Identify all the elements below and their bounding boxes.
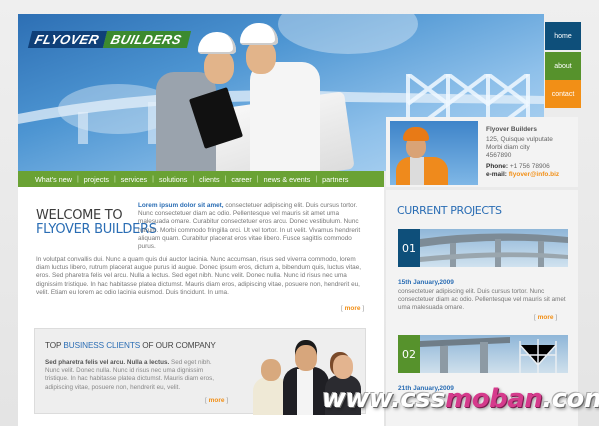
cloud <box>278 14 418 54</box>
project-2-number: 02 <box>398 335 420 373</box>
intro-text: consectetuer adipiscing elit. Duis cursu… <box>138 202 361 251</box>
nav-services[interactable]: services <box>121 175 147 184</box>
clients-box: TOP BUSINESS CLIENTS OF OUR COMPANY Sed … <box>34 328 366 415</box>
email-link[interactable]: flyover@info.biz <box>509 171 559 178</box>
clients-title-post: OF OUR COMPANY <box>140 341 216 350</box>
client-person-right-face <box>333 355 353 379</box>
more-link[interactable]: [ more ] <box>341 305 364 312</box>
nav-contact-button[interactable]: contact <box>545 80 581 108</box>
phone-value: +1 756 78906 <box>509 163 550 170</box>
more-label: more <box>344 305 361 312</box>
highway-graphic <box>420 233 568 267</box>
engineer-right-face <box>246 40 276 74</box>
watermark-part: .com <box>542 384 599 414</box>
clients-lead: Sed pharetra felis vel arcu. Nulla a lec… <box>45 359 170 366</box>
worker-shirt <box>410 157 424 185</box>
contact-card: Flyover Builders 125, Quisque vulputate … <box>386 117 578 187</box>
bridge-construction-graphic <box>420 337 557 373</box>
intro-paragraph: Lorem ipsum dolor sit amet, consectetuer… <box>138 202 370 251</box>
clients-more-link[interactable]: [ more ] <box>205 397 228 404</box>
project-1-description: consectetuer adipiscing elit. Duis cursu… <box>398 288 566 311</box>
clients-title: TOP BUSINESS CLIENTS OF OUR COMPANY <box>45 341 216 350</box>
client-person-center-shirt <box>297 369 313 415</box>
project-1-number: 01 <box>398 229 420 267</box>
clients-title-pre: TOP <box>45 341 64 350</box>
contact-name: Flyover Builders <box>486 126 537 133</box>
client-person-center-face <box>295 345 317 371</box>
nav-separator: | <box>192 175 195 183</box>
nav-separator: | <box>256 175 259 183</box>
clients-text: Sed pharetra felis vel arcu. Nulla a lec… <box>45 359 227 392</box>
nav-separator: | <box>152 175 154 183</box>
project-1-image[interactable]: 01 <box>398 229 568 267</box>
project-1-more-link[interactable]: [ more ] <box>534 314 557 321</box>
nav-separator: | <box>315 175 318 183</box>
phone-label: Phone: <box>486 163 509 170</box>
engineer-left-face <box>204 50 234 84</box>
page: FLYOVER BUILDERS home about contact What… <box>0 0 599 426</box>
worker-helmet <box>403 127 429 141</box>
more-label: more <box>208 397 225 404</box>
logo-word-1: FLYOVER <box>27 31 108 48</box>
contact-address-line: 4567890 <box>486 152 512 159</box>
contact-email: e-mail: flyover@info.biz <box>486 170 559 179</box>
nav-separator: | <box>224 175 227 183</box>
nav-projects[interactable]: projects <box>84 175 109 184</box>
nav-separator: | <box>76 175 79 183</box>
contact-photo <box>390 121 478 185</box>
logo-word-2: BUILDERS <box>102 31 192 48</box>
nav-solutions[interactable]: solutions <box>159 175 187 184</box>
nav-home-button[interactable]: home <box>545 22 581 50</box>
nav-career[interactable]: career <box>231 175 251 184</box>
engineer-right-body <box>250 62 320 171</box>
more-label: more <box>537 314 554 321</box>
project-2-image[interactable]: 02 <box>398 335 568 373</box>
watermark-part: www.css <box>322 384 446 414</box>
logo[interactable]: FLYOVER BUILDERS <box>27 31 192 48</box>
nav-separator: | <box>113 175 116 183</box>
engineer-left-helmet <box>198 32 236 54</box>
engineer-right-helmet <box>240 23 278 45</box>
intro-lead: Lorem ipsum dolor sit amet, <box>138 202 224 209</box>
nav-news-events[interactable]: news & events <box>264 175 311 184</box>
nav-clients[interactable]: clients <box>199 175 219 184</box>
body-paragraph: In volutpat convallis dui. Nunc a quam q… <box>36 256 362 296</box>
nav-about-button[interactable]: about <box>545 52 581 80</box>
nav-whats-new[interactable]: What's new <box>35 175 72 184</box>
email-label: e-mail: <box>486 171 507 178</box>
watermark-part: moban <box>445 384 543 414</box>
project-1-date: 15th January,2009 <box>398 279 454 286</box>
clients-title-highlight: BUSINESS CLIENTS <box>63 341 141 350</box>
client-person-left-face <box>261 359 281 381</box>
projects-title: CURRENT PROJECTS <box>397 204 502 217</box>
nav-partners[interactable]: partners <box>322 175 348 184</box>
main-navigation: What's new | projects | services | solution… <box>18 171 384 187</box>
watermark: www.cssmoban.com <box>322 384 599 414</box>
